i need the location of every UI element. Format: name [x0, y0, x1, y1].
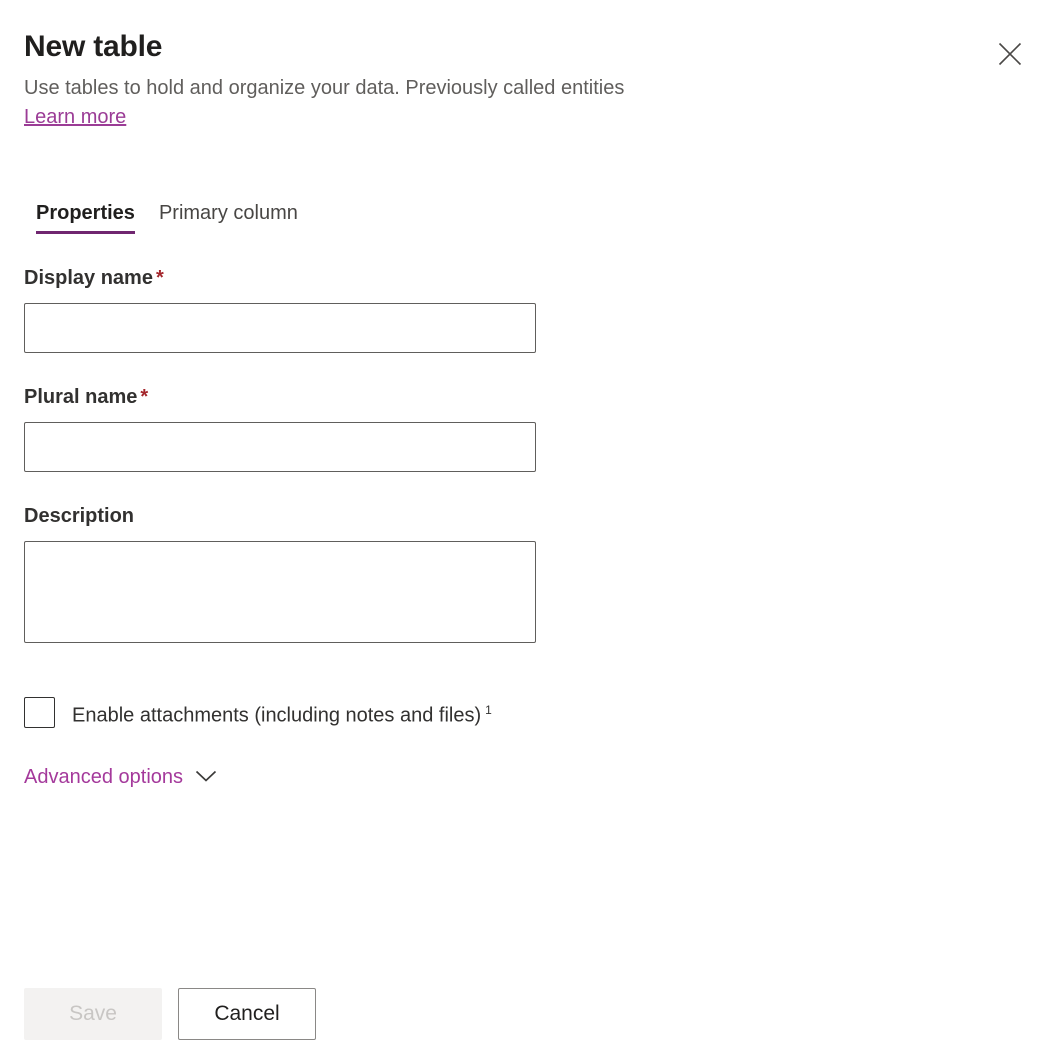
- plural-name-label-text: Plural name: [24, 386, 137, 408]
- display-name-label: Display name*: [24, 264, 536, 292]
- description-field-group: Description: [24, 502, 536, 643]
- table-properties-form: Display name* Plural name* Description: [24, 264, 536, 643]
- advanced-options-toggle[interactable]: Advanced options: [24, 764, 217, 790]
- enable-attachments-label[interactable]: Enable attachments (including notes and …: [72, 697, 492, 729]
- page-title: New table: [24, 28, 1026, 66]
- advanced-options-label: Advanced options: [24, 764, 183, 790]
- display-name-input[interactable]: [24, 303, 536, 353]
- spacer: [24, 353, 536, 383]
- display-name-label-text: Display name: [24, 267, 153, 289]
- enable-attachments-row[interactable]: Enable attachments (including notes and …: [24, 697, 492, 729]
- chevron-down-icon: [195, 769, 217, 786]
- description-textarea[interactable]: [24, 541, 536, 643]
- cancel-button[interactable]: Cancel: [178, 988, 316, 1040]
- panel-header: New table Use tables to hold and organiz…: [24, 28, 1026, 130]
- description-label: Description: [24, 502, 536, 530]
- new-table-panel: New table Use tables to hold and organiz…: [0, 0, 1050, 1047]
- enable-attachments-label-text: Enable attachments (including notes and …: [72, 705, 481, 727]
- tab-properties[interactable]: Properties: [24, 196, 147, 234]
- tab-primary-column[interactable]: Primary column: [147, 196, 310, 234]
- close-button[interactable]: [988, 32, 1032, 76]
- learn-more-link[interactable]: Learn more: [24, 104, 126, 130]
- enable-attachments-checkbox[interactable]: [24, 697, 55, 728]
- plural-name-field-group: Plural name*: [24, 383, 536, 472]
- save-button[interactable]: Save: [24, 988, 162, 1040]
- display-name-field-group: Display name*: [24, 264, 536, 353]
- required-indicator: *: [140, 386, 148, 408]
- plural-name-label: Plural name*: [24, 383, 536, 411]
- footnote-marker: 1: [485, 703, 492, 717]
- panel-subtitle: Use tables to hold and organize your dat…: [24, 74, 1026, 102]
- spacer: [24, 472, 536, 502]
- panel-footer: Save Cancel: [24, 988, 316, 1040]
- required-indicator: *: [156, 267, 164, 289]
- plural-name-input[interactable]: [24, 422, 536, 472]
- tab-list: Properties Primary column: [24, 196, 310, 234]
- close-icon: [997, 41, 1023, 67]
